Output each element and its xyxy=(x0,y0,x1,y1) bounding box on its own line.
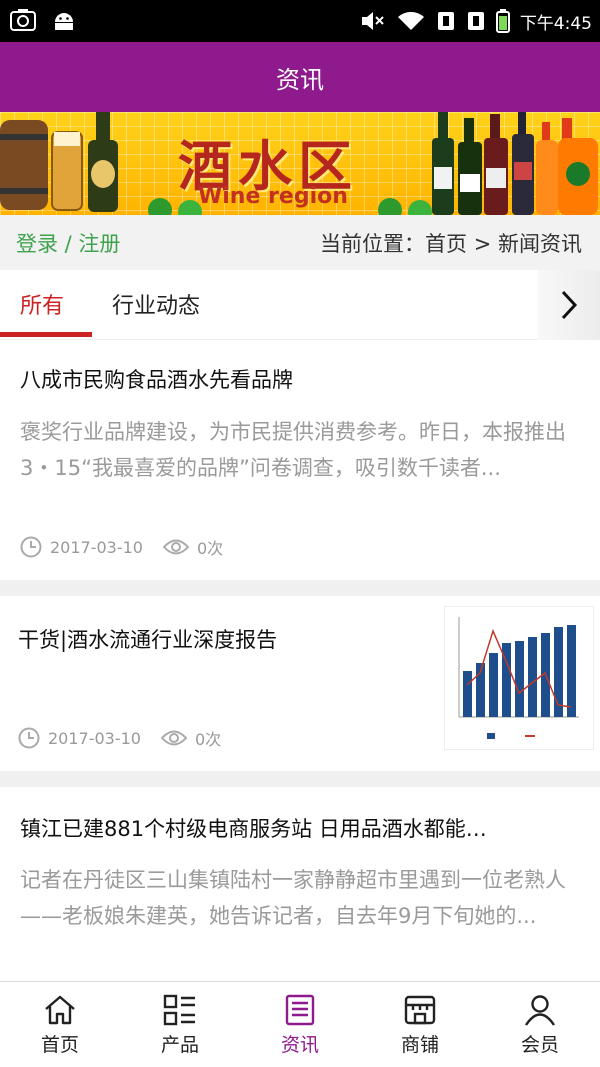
article-title: 八成市民购食品酒水先看品牌 xyxy=(20,368,293,392)
signal-2-icon xyxy=(467,12,484,30)
breadcrumb: 当前位置：首页 > 新闻资讯 xyxy=(320,232,582,256)
clock-icon xyxy=(18,727,40,749)
article-summary: 记者在丹徒区三山集镇陆村一家静静超市里遇到一位老熟人——老板娘朱建英，她告诉记者… xyxy=(20,868,566,928)
bottles-illustration xyxy=(432,112,598,215)
grid-list-icon xyxy=(163,994,195,1025)
nav-shop-label: 商铺 xyxy=(400,1033,439,1056)
eye-icon xyxy=(162,539,189,555)
category-tabs: 所有 行业动态 xyxy=(0,270,600,340)
article-date: 2017-03-10 xyxy=(48,728,141,748)
chevron-right-icon xyxy=(561,290,578,320)
nav-member[interactable]: 会员 xyxy=(480,982,600,1067)
article-title: 镇江已建881个村级电商服务站 日用品酒水都能… xyxy=(20,817,487,841)
thumbnail-chart-image xyxy=(458,617,579,739)
nav-products-label: 产品 xyxy=(160,1033,199,1056)
bottom-navigation: 首页 产品 资讯 商铺 会员 xyxy=(0,981,600,1067)
clock-icon xyxy=(20,536,42,558)
android-icon xyxy=(55,13,73,30)
nav-home-label: 首页 xyxy=(40,1033,79,1056)
banner[interactable]: 酒水区 Wine region xyxy=(0,112,600,215)
nav-home[interactable]: 首页 xyxy=(0,982,120,1067)
user-icon xyxy=(525,994,555,1026)
mute-icon xyxy=(361,12,384,30)
news-icon xyxy=(285,994,315,1025)
eye-icon xyxy=(160,730,187,746)
nav-shop[interactable]: 商铺 xyxy=(360,982,480,1067)
article-views: 0次 xyxy=(194,730,222,749)
title-bar: 资讯 xyxy=(0,42,600,112)
article-meta: 2017-03-10 0次 xyxy=(18,726,221,750)
tab-all[interactable]: 所有 xyxy=(20,288,64,320)
status-time: 下午4:45 xyxy=(519,13,592,34)
login-register-link[interactable]: 登录 / 注册 xyxy=(16,228,120,258)
article-views: 0次 xyxy=(196,539,224,558)
nav-member-label: 会员 xyxy=(520,1033,559,1056)
nav-products[interactable]: 产品 xyxy=(120,982,240,1067)
shop-icon xyxy=(404,995,436,1024)
article-thumbnail xyxy=(444,606,594,750)
nav-news[interactable]: 资讯 xyxy=(240,982,360,1067)
battery-icon xyxy=(495,9,510,33)
status-bar: 下午4:45 xyxy=(0,0,600,42)
article-title: 干货|酒水流通行业深度报告 xyxy=(18,628,278,652)
nav-news-label: 资讯 xyxy=(280,1033,319,1056)
tabs-scroll-right-button[interactable] xyxy=(538,270,600,340)
article-date: 2017-03-10 xyxy=(50,537,143,557)
active-tab-indicator xyxy=(0,332,92,337)
article-meta: 2017-03-10 0次 xyxy=(20,535,223,559)
beer-barrel-illustration xyxy=(0,112,118,212)
breadcrumb-bar: 登录 / 注册 当前位置：首页 > 新闻资讯 xyxy=(0,215,600,270)
list-separator xyxy=(0,771,600,787)
home-icon xyxy=(45,995,75,1024)
signal-1-icon xyxy=(437,12,454,30)
screenshot-icon xyxy=(10,9,36,31)
article-summary: 褒奖行业品牌建设，为市民提供消费参考。昨日，本报推出3・15“我最喜爱的品牌”问… xyxy=(20,420,566,480)
wifi-icon xyxy=(397,11,424,30)
tab-industry-news[interactable]: 行业动态 xyxy=(112,288,200,320)
banner-title-en: Wine region xyxy=(198,184,348,209)
page-title: 资讯 xyxy=(276,65,324,94)
list-separator xyxy=(0,580,600,596)
